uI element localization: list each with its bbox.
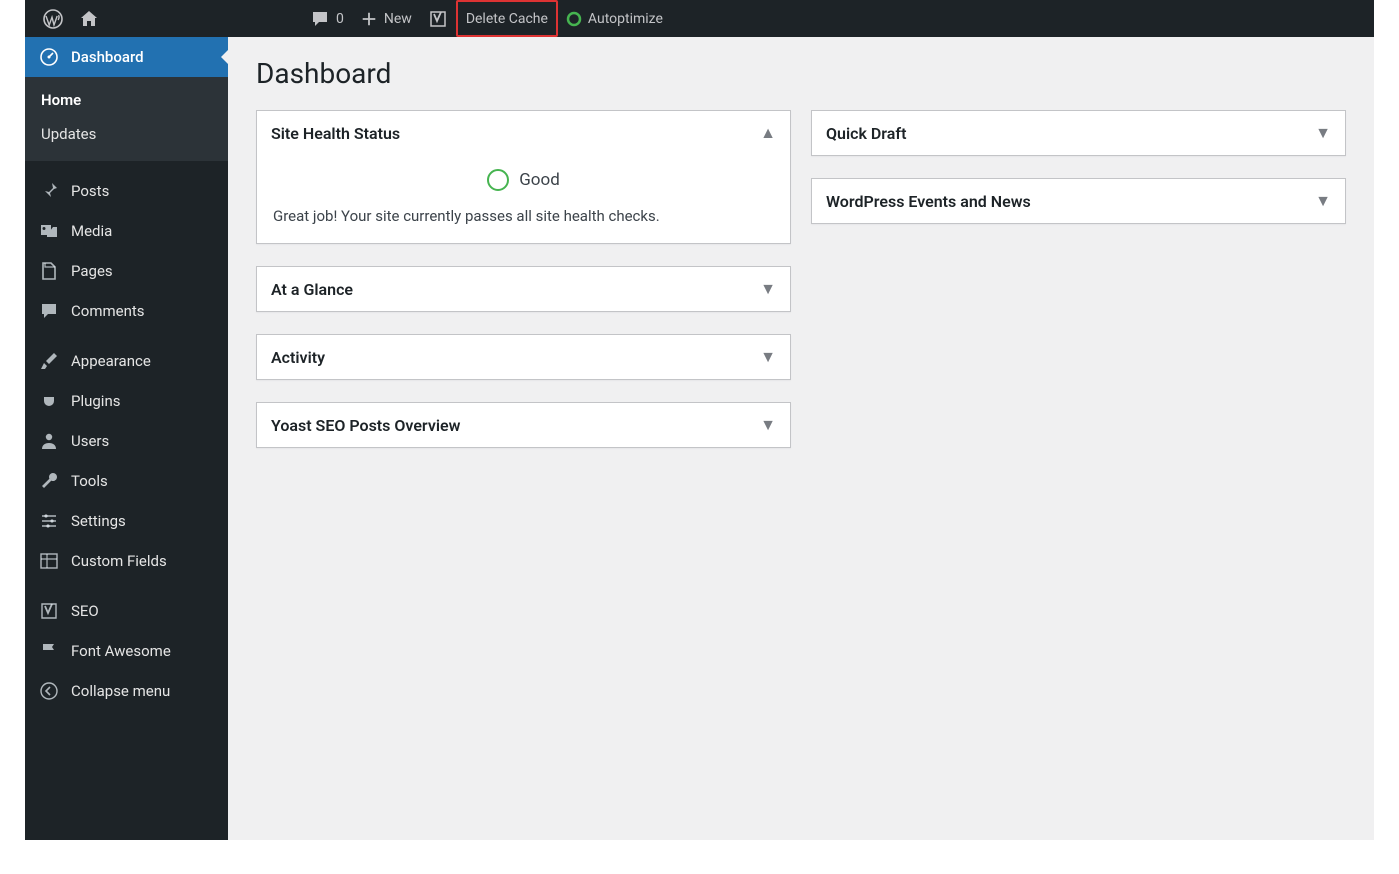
chevron-down-icon: ▼ xyxy=(760,279,776,299)
sidebar-item-media[interactable]: Media xyxy=(25,211,228,251)
dashboard-submenu: Home Updates xyxy=(25,77,228,161)
sidebar-item-label: Posts xyxy=(71,182,109,200)
comments-button[interactable]: 0 xyxy=(302,0,352,37)
widget-wp-events-news: WordPress Events and News ▼ xyxy=(811,178,1346,224)
sidebar-item-label: SEO xyxy=(71,602,99,620)
widget-header[interactable]: WordPress Events and News ▼ xyxy=(812,179,1345,223)
autoptimize-button[interactable]: Autoptimize xyxy=(558,0,671,37)
content-area: Dashboard Site Health Status ▲ Good Grea… xyxy=(228,37,1374,840)
widget-title: At a Glance xyxy=(271,280,353,299)
sidebar-item-font-awesome[interactable]: Font Awesome xyxy=(25,631,228,671)
collapse-menu-button[interactable]: Collapse menu xyxy=(25,671,228,711)
new-label: New xyxy=(384,11,412,27)
widget-header[interactable]: At a Glance ▼ xyxy=(257,267,790,311)
sidebar-item-pages[interactable]: Pages xyxy=(25,251,228,291)
autoptimize-label: Autoptimize xyxy=(588,11,663,27)
submenu-label: Updates xyxy=(41,125,96,143)
yoast-adminbar-button[interactable] xyxy=(420,0,456,37)
sidebar-item-posts[interactable]: Posts xyxy=(25,171,228,211)
widget-quick-draft: Quick Draft ▼ xyxy=(811,110,1346,156)
widget-header[interactable]: Site Health Status ▲ xyxy=(257,111,790,155)
plus-icon xyxy=(360,10,378,28)
chevron-up-icon: ▲ xyxy=(760,123,776,143)
flag-icon xyxy=(39,641,59,661)
sidebar-item-label: Tools xyxy=(71,472,108,490)
delete-cache-label: Delete Cache xyxy=(466,11,548,27)
sidebar-item-label: Custom Fields xyxy=(71,552,167,570)
sidebar-item-users[interactable]: Users xyxy=(25,421,228,461)
sidebar-item-custom-fields[interactable]: Custom Fields xyxy=(25,541,228,581)
sidebar-item-appearance[interactable]: Appearance xyxy=(25,341,228,381)
sidebar-item-comments[interactable]: Comments xyxy=(25,291,228,331)
widget-site-health: Site Health Status ▲ Good Great job! You… xyxy=(256,110,791,244)
user-icon xyxy=(39,431,59,451)
sidebar-item-plugins[interactable]: Plugins xyxy=(25,381,228,421)
site-home-button[interactable] xyxy=(71,0,107,37)
widget-yoast-overview: Yoast SEO Posts Overview ▼ xyxy=(256,402,791,448)
collapse-icon xyxy=(39,681,59,701)
admin-bar: 0 New Delete Cache Autoptimize xyxy=(25,0,1374,37)
widget-header[interactable]: Yoast SEO Posts Overview ▼ xyxy=(257,403,790,447)
health-message: Great job! Your site currently passes al… xyxy=(273,207,774,225)
wordpress-logo-icon xyxy=(43,9,63,29)
widget-title: Activity xyxy=(271,348,325,367)
sidebar-item-label: Users xyxy=(71,432,109,450)
widget-header[interactable]: Quick Draft ▼ xyxy=(812,111,1345,155)
sidebar-item-label: Font Awesome xyxy=(71,642,171,660)
health-status: Good xyxy=(519,170,560,190)
pin-icon xyxy=(39,181,59,201)
chevron-down-icon: ▼ xyxy=(1315,191,1331,211)
submenu-label: Home xyxy=(41,91,81,109)
dashboard-col-left: Site Health Status ▲ Good Great job! You… xyxy=(256,110,791,470)
widget-at-a-glance: At a Glance ▼ xyxy=(256,266,791,312)
sidebar-item-label: Plugins xyxy=(71,392,120,410)
grid-icon xyxy=(39,551,59,571)
submenu-item-updates[interactable]: Updates xyxy=(25,117,228,151)
sidebar-item-dashboard[interactable]: Dashboard xyxy=(25,37,228,77)
admin-sidebar: Dashboard Home Updates Posts Media Pages… xyxy=(25,37,228,840)
yoast-icon xyxy=(39,601,59,621)
delete-cache-button[interactable]: Delete Cache xyxy=(456,0,558,37)
sidebar-item-seo[interactable]: SEO xyxy=(25,591,228,631)
new-content-button[interactable]: New xyxy=(352,0,420,37)
dashboard-col-right: Quick Draft ▼ WordPress Events and News … xyxy=(811,110,1346,470)
comments-count: 0 xyxy=(336,11,344,27)
home-icon xyxy=(79,9,99,29)
widget-title: Site Health Status xyxy=(271,124,400,143)
sidebar-item-label: Pages xyxy=(71,262,113,280)
chevron-down-icon: ▼ xyxy=(760,347,776,367)
sidebar-item-label: Media xyxy=(71,222,112,240)
submenu-item-home[interactable]: Home xyxy=(25,83,228,117)
status-circle-icon xyxy=(566,11,582,27)
sidebar-item-settings[interactable]: Settings xyxy=(25,501,228,541)
wp-logo-button[interactable] xyxy=(35,0,71,37)
brush-icon xyxy=(39,351,59,371)
sidebar-item-label: Dashboard xyxy=(71,48,144,66)
widget-title: Quick Draft xyxy=(826,124,906,143)
pages-icon xyxy=(39,261,59,281)
sliders-icon xyxy=(39,511,59,531)
status-circle-icon xyxy=(487,169,509,191)
widget-title: Yoast SEO Posts Overview xyxy=(271,416,460,435)
plug-icon xyxy=(39,391,59,411)
widget-activity: Activity ▼ xyxy=(256,334,791,380)
sidebar-item-label: Collapse menu xyxy=(71,682,170,700)
sidebar-item-tools[interactable]: Tools xyxy=(25,461,228,501)
wp-admin: 0 New Delete Cache Autoptimize Dashboard xyxy=(25,0,1374,840)
sidebar-item-label: Appearance xyxy=(71,352,151,370)
sidebar-item-label: Comments xyxy=(71,302,145,320)
sidebar-item-label: Settings xyxy=(71,512,126,530)
wrench-icon xyxy=(39,471,59,491)
dashboard-icon xyxy=(39,47,59,67)
yoast-icon xyxy=(428,9,448,29)
widget-header[interactable]: Activity ▼ xyxy=(257,335,790,379)
widget-body: Good Great job! Your site currently pass… xyxy=(257,155,790,243)
chevron-down-icon: ▼ xyxy=(1315,123,1331,143)
media-icon xyxy=(39,221,59,241)
widget-title: WordPress Events and News xyxy=(826,192,1031,211)
chevron-down-icon: ▼ xyxy=(760,415,776,435)
comment-icon xyxy=(310,9,330,29)
comment-icon xyxy=(39,301,59,321)
page-title: Dashboard xyxy=(256,57,1346,90)
